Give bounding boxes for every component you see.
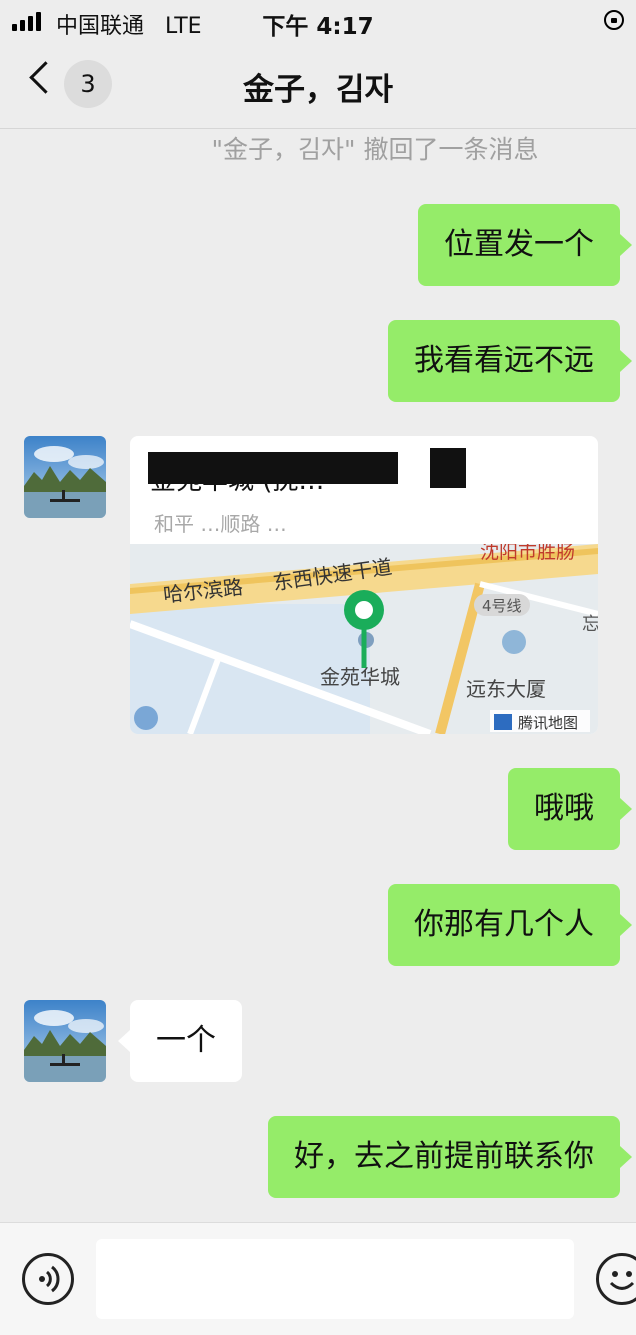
map-label-place: 金苑华城	[320, 665, 400, 689]
voice-input-icon[interactable]	[22, 1253, 74, 1305]
message-bubble-sent[interactable]: 你那有几个人	[388, 884, 632, 966]
map-preview[interactable]: 哈尔滨路 东西快速干道 沈阳市胜肠 4号线 忘 金苑华城 远东大厦 腾讯地图	[130, 541, 598, 734]
contact-avatar[interactable]	[24, 1000, 106, 1082]
redaction-bar	[148, 452, 398, 484]
emoji-icon[interactable]	[596, 1253, 636, 1305]
chat-header: 3 金子，김자	[0, 42, 636, 129]
redaction-bar	[430, 448, 466, 488]
chat-title: 金子，김자	[242, 72, 394, 108]
map-label-district: 沈阳市胜肠	[480, 544, 575, 563]
orientation-lock-icon	[604, 10, 624, 30]
status-time: 下午 4:17	[262, 14, 374, 40]
message-bubble-received[interactable]: 一个	[118, 1000, 242, 1082]
message-bubble-sent[interactable]: 好，去之前提前联系你	[268, 1116, 632, 1198]
message-bubble-sent[interactable]: 我看看远不远	[388, 320, 632, 402]
status-bar: 中国联通 LTE 下午 4:17	[0, 0, 636, 42]
map-label-edge: 忘	[582, 614, 598, 635]
location-card[interactable]: 金苑华城 (抚… 和平 …顺路 … 哈尔滨路 东西快速干道 沈阳市胜肠 4号线 …	[130, 436, 598, 734]
map-brand-label: 腾讯地图	[518, 714, 578, 732]
message-bubble-sent[interactable]: 哦哦	[508, 768, 632, 850]
recall-notice: "金子，김자" 撤回了一条消息	[211, 135, 539, 164]
map-label-building: 远东大厦	[466, 677, 546, 701]
contact-avatar[interactable]	[24, 436, 106, 518]
message-bubble-sent[interactable]: 位置发一个	[418, 204, 632, 286]
message-input[interactable]	[96, 1239, 574, 1319]
input-bar	[0, 1222, 636, 1335]
location-address: 和平 …顺路 …	[154, 512, 287, 536]
map-label-metro: 4号线	[482, 597, 522, 615]
